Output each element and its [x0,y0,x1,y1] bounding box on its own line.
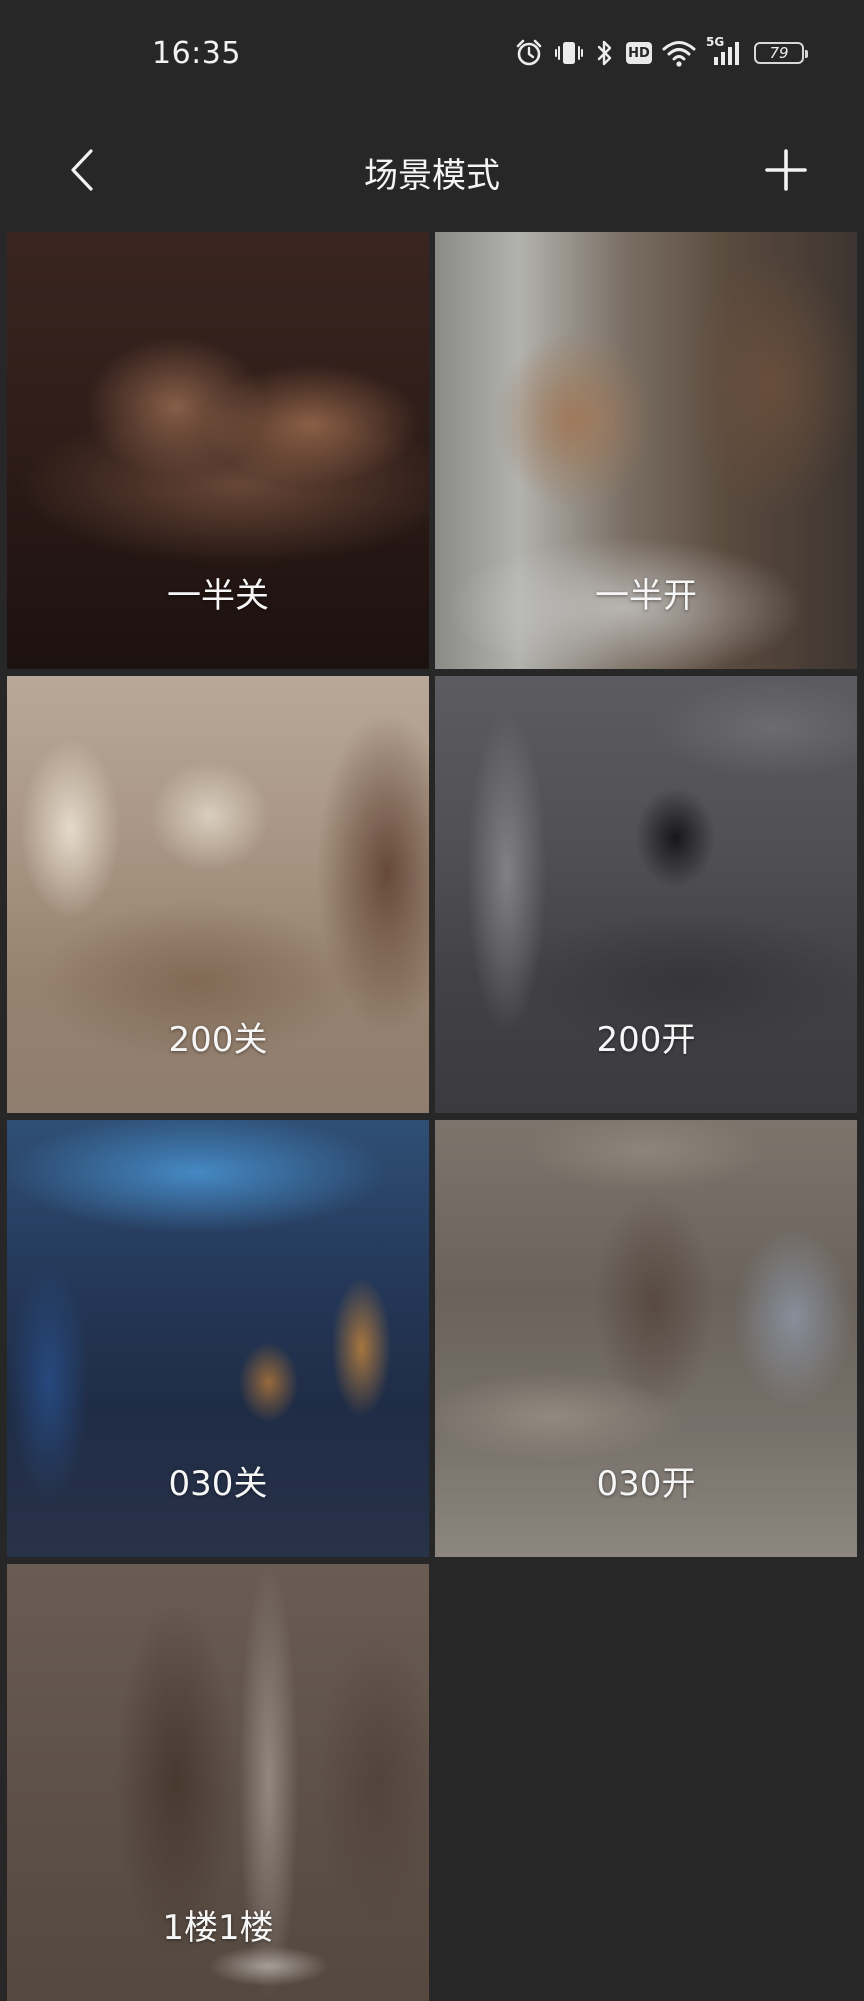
alarm-icon [514,38,544,68]
plus-icon [764,148,808,196]
scene-card[interactable]: 一半开 [435,232,857,669]
scene-card[interactable]: 200关 [7,676,429,1113]
scene-label: 200开 [596,1020,696,1060]
page-title: 场景模式 [364,156,500,196]
vibrate-icon [554,38,584,68]
scene-card[interactable]: 030开 [435,1120,857,1557]
battery-level: 79 [769,44,789,62]
battery-icon: 79 [754,42,808,64]
scene-card[interactable]: 200开 [435,676,857,1113]
scene-card[interactable]: 030关 [7,1120,429,1557]
5g-signal-icon: 5G [706,35,744,67]
scene-label: 1楼1楼 [162,1908,274,1948]
scene-label: 一半开 [595,576,697,616]
scene-label: 一半关 [167,576,269,616]
hd-icon: HD [626,42,652,64]
status-bar: 16:35 HD 5G 79 [0,0,864,108]
scene-card[interactable]: 1楼1楼 [7,1564,429,2001]
wifi-icon [662,39,696,67]
scene-label: 200关 [168,1020,268,1060]
add-button[interactable] [760,146,812,198]
scene-label: 030关 [168,1464,268,1504]
scene-card[interactable]: 一半关 [7,232,429,669]
scene-label: 030开 [596,1464,696,1504]
status-time: 16:35 [152,36,241,71]
bluetooth-icon [594,38,616,68]
header: 场景模式 [0,118,864,226]
status-icons: HD 5G 79 [514,35,808,70]
